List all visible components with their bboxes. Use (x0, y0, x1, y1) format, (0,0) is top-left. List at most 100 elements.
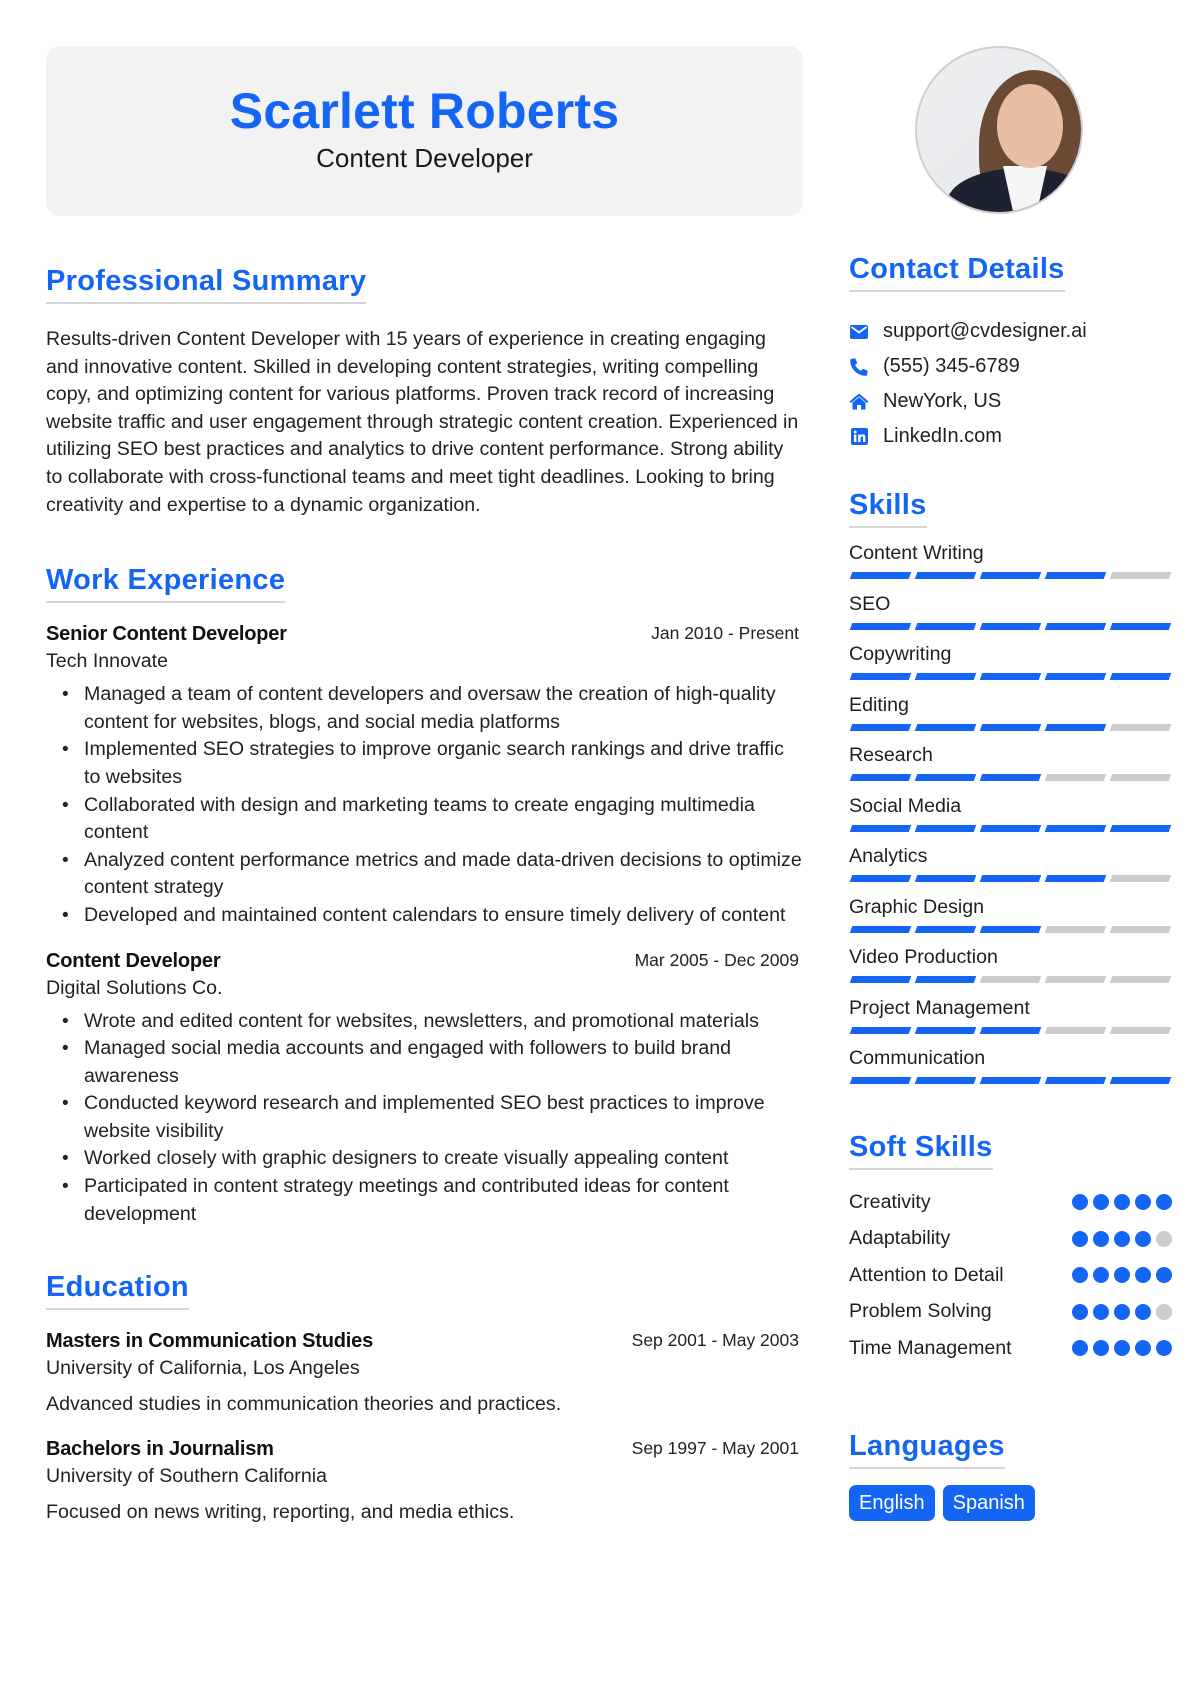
soft-skill-name: Problem Solving (849, 1300, 992, 1323)
skill-segment-filled (849, 572, 912, 579)
skill-segment-empty (1044, 1026, 1107, 1034)
education-entry: Masters in Communication Studies Sep 200… (46, 1328, 803, 1418)
profile-photo (915, 46, 1083, 214)
skill-name: SEO (849, 592, 891, 615)
skill-segment-empty (1109, 976, 1172, 983)
skill-item: Copywriting (849, 641, 1174, 692)
skill-segment-filled (849, 622, 912, 630)
rating-dot-filled (1072, 1340, 1088, 1357)
bullet-item: Collaborated with design and marketing t… (46, 792, 803, 847)
language-badge: Spanish (942, 1485, 1035, 1521)
skill-segment-filled (1044, 673, 1107, 680)
skill-segment-filled (1044, 572, 1107, 579)
skill-segment-empty (1044, 976, 1107, 983)
skill-name: Communication (849, 1047, 986, 1069)
skill-level-bar (849, 1077, 1174, 1084)
candidate-title: Content Developer (316, 143, 533, 173)
bullet-item: Developed and maintained content calenda… (46, 902, 803, 930)
skill-segment-empty (1109, 774, 1172, 781)
soft-skill-item: Time Management (849, 1330, 1174, 1367)
rating-dot-filled (1093, 1230, 1109, 1247)
degree: Masters in Communication Studies (46, 1330, 373, 1353)
header-card: Scarlett Roberts Content Developer (46, 46, 803, 216)
skill-segment-filled (849, 673, 912, 680)
rating-dot-filled (1135, 1303, 1151, 1320)
skill-segment-filled (1109, 1077, 1172, 1084)
skill-segment-filled (849, 774, 912, 781)
skill-segment-filled (1044, 1077, 1107, 1084)
rating-dot-filled (1135, 1340, 1151, 1357)
skill-segment-filled (914, 572, 977, 579)
bullet-item: Managed a team of content developers and… (46, 681, 803, 736)
skill-segment-empty (1109, 1026, 1172, 1034)
rating-dot-filled (1072, 1303, 1088, 1320)
skill-segment-filled (979, 774, 1042, 781)
skill-segment-filled (979, 875, 1042, 882)
job-entry: Content Developer Mar 2005 - Dec 2009 Di… (46, 948, 803, 1229)
skill-item: SEO (849, 591, 1174, 642)
skill-item: Project Management (849, 995, 1174, 1046)
contact-text: support@cvdesigner.ai (883, 320, 1087, 342)
skill-name: Content Writing (849, 542, 984, 564)
job-entry: Senior Content Developer Jan 2010 - Pres… (46, 621, 803, 929)
skill-segment-filled (979, 1026, 1042, 1034)
skill-segment-filled (979, 1077, 1042, 1084)
skill-item: Graphic Design (849, 894, 1174, 945)
rating-dot-filled (1114, 1303, 1130, 1320)
skill-segment-filled (914, 622, 977, 630)
rating-dot-filled (1135, 1194, 1151, 1211)
main-column: Scarlett Roberts Content Developer Profe… (46, 46, 803, 1526)
skill-segment-filled (849, 976, 912, 983)
section-heading: Contact Details (849, 252, 1065, 292)
skill-segment-empty (1109, 572, 1172, 579)
skill-segment-empty (979, 976, 1042, 983)
skill-item: Research (849, 742, 1174, 793)
education-description: Advanced studies in communication theori… (46, 1393, 562, 1416)
section-heading: Skills (849, 488, 927, 528)
section-heading: Professional Summary (46, 264, 367, 304)
contact-linkedin[interactable]: LinkedIn.com (849, 419, 1174, 454)
school: University of Southern California (46, 1465, 327, 1488)
skill-segment-filled (914, 875, 977, 882)
skill-level-bar (849, 622, 1174, 630)
candidate-name: Scarlett Roberts (229, 83, 620, 139)
soft-skill-item: Adaptability (849, 1221, 1174, 1258)
skill-segment-filled (849, 723, 912, 731)
section-heading: Languages (849, 1429, 1005, 1469)
skill-name: Research (849, 744, 933, 766)
rating-dot-empty (1156, 1230, 1172, 1247)
skill-segment-filled (979, 572, 1042, 579)
bullet-item: Managed social media accounts and engage… (46, 1035, 803, 1090)
bullet-item: Participated in content strategy meeting… (46, 1173, 803, 1228)
skill-segment-filled (1109, 824, 1172, 832)
summary-text: Results-driven Content Developer with 15… (46, 328, 799, 516)
skill-level-bar (849, 572, 1174, 579)
skill-segment-filled (1109, 622, 1172, 630)
skill-segment-filled (914, 1077, 977, 1084)
rating-dot-filled (1135, 1267, 1151, 1284)
soft-skill-rating (1072, 1340, 1172, 1357)
soft-skills-list: Creativity Adaptability Attention to Detai… (849, 1184, 1174, 1367)
skill-level-bar (849, 774, 1174, 781)
soft-skill-name: Time Management (849, 1336, 1012, 1359)
contact-email[interactable]: support@cvdesigner.ai (849, 314, 1174, 349)
contact-phone[interactable]: (555) 345-6789 (849, 349, 1174, 384)
skill-segment-filled (979, 925, 1042, 933)
soft-skill-rating (1072, 1230, 1172, 1247)
rating-dot-filled (1156, 1340, 1172, 1357)
job-bullets: Wrote and edited content for websites, n… (46, 1008, 803, 1229)
skill-item: Content Writing (849, 540, 1174, 591)
skill-segment-filled (979, 673, 1042, 680)
envelope-icon (849, 322, 869, 342)
home-icon (849, 392, 869, 412)
skill-name: Copywriting (849, 643, 952, 665)
skill-segment-filled (914, 925, 977, 933)
contact-text: NewYork, US (883, 390, 1002, 412)
skill-segment-empty (1109, 875, 1172, 882)
skills-section: Skills Content Writing SEO Copywriting Edit… (849, 488, 1174, 1096)
contact-details-section: Contact Details support@cvdesigner.ai (5… (849, 252, 1174, 454)
job-dates: Mar 2005 - Dec 2009 (634, 949, 799, 970)
skill-segment-filled (849, 824, 912, 832)
skill-name: Editing (849, 693, 909, 716)
education-section: Education Masters in Communication Studi… (46, 1270, 803, 1526)
